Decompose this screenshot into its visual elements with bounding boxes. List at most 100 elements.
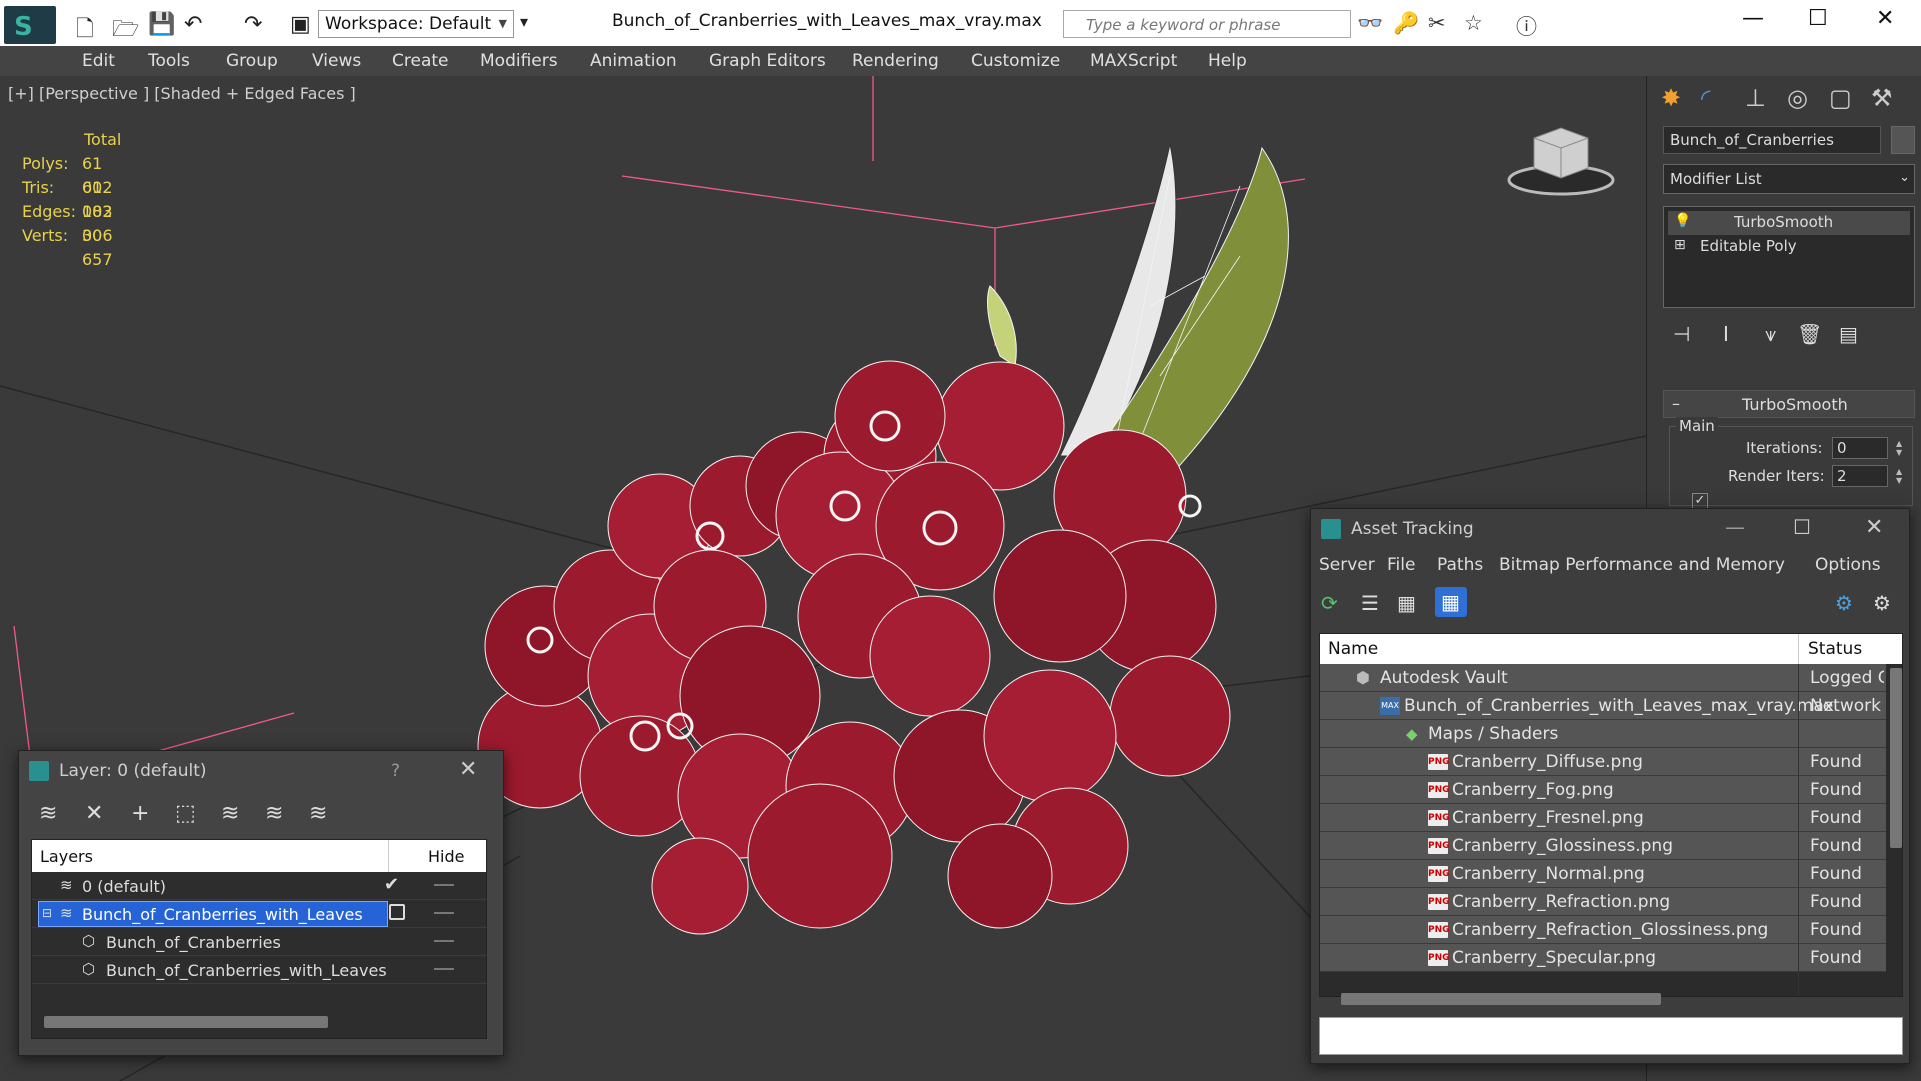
iterations-spinner[interactable]: 0 (1832, 437, 1888, 459)
status-column-header[interactable]: Status (1808, 639, 1862, 659)
table-row[interactable]: PNG Cranberry_Normal.png Found (1320, 860, 1886, 888)
utilities-tab-icon[interactable]: ⚒ (1871, 84, 1893, 112)
redo-icon[interactable]: ↷ (244, 12, 262, 37)
name-column-header[interactable]: Name (1328, 639, 1378, 659)
create-tab-icon[interactable]: ✸ (1661, 84, 1681, 112)
save-icon[interactable]: 💾 (148, 12, 175, 37)
menu-views[interactable]: Views (312, 51, 361, 71)
lightbulb-icon[interactable]: 💡 (1674, 213, 1691, 229)
favorite-icon[interactable]: ☆ (1464, 11, 1483, 35)
minimize-icon[interactable]: — (1742, 6, 1764, 31)
menu-bitmap-performance[interactable]: Bitmap Performance and Memory (1499, 555, 1785, 575)
vertical-scrollbar[interactable] (1890, 668, 1902, 848)
horizontal-scrollbar[interactable] (44, 1016, 328, 1028)
open-file-icon[interactable]: 🗁 (112, 12, 139, 50)
collapse-icon[interactable]: ⊟ (42, 906, 52, 920)
key-icon[interactable]: 🔑 (1393, 11, 1419, 36)
table-row[interactable]: MAX Bunch_of_Cranberries_with_Leaves_max… (1320, 692, 1886, 720)
modifier-list-dropdown[interactable]: Modifier List ⌄ (1663, 164, 1915, 194)
add-selection-icon[interactable]: + (131, 801, 149, 826)
display-tab-icon[interactable]: ▢ (1829, 84, 1852, 112)
active-layer-check-icon[interactable]: ✔ (384, 874, 399, 895)
stack-item-editable-poly[interactable]: ⊞ Editable Poly (1668, 235, 1910, 259)
table-row[interactable]: PNG Cranberry_Fresnel.png Found (1320, 804, 1886, 832)
menu-group[interactable]: Group (226, 51, 278, 71)
hide-toggle[interactable] (434, 968, 454, 970)
viewport-label[interactable]: [+] [Perspective ] [Shaded + Edged Faces… (8, 84, 356, 103)
table-row[interactable]: PNG Cranberry_Refraction_Glossiness.png … (1320, 916, 1886, 944)
table-row[interactable]: ⬢ Autodesk Vault Logged Out (1320, 664, 1886, 692)
menu-graph-editors[interactable]: Graph Editors (709, 51, 826, 71)
freeze-all-icon[interactable]: ≋ (309, 801, 327, 826)
menu-maxscript[interactable]: MAXScript (1090, 51, 1177, 71)
menu-options[interactable]: Options (1815, 555, 1881, 575)
help-icon[interactable]: ⚙ (1873, 591, 1891, 615)
workspace-menu-icon[interactable]: ▾ (520, 12, 528, 31)
app-logo[interactable]: S (4, 6, 56, 44)
table-row[interactable]: PNG Cranberry_Glossiness.png Found (1320, 832, 1886, 860)
asset-path-field[interactable] (1319, 1017, 1903, 1055)
spinner-arrows-icon[interactable]: ▲ ▼ (1896, 439, 1902, 457)
menu-edit[interactable]: Edit (82, 51, 115, 71)
menu-rendering[interactable]: Rendering (852, 51, 939, 71)
new-file-icon[interactable]: 🗋 (76, 12, 94, 50)
menu-paths[interactable]: Paths (1437, 555, 1483, 575)
expand-icon[interactable]: ⊞ (1674, 237, 1686, 253)
new-layer-icon[interactable]: ≋ (39, 801, 57, 826)
select-objects-icon[interactable]: ⬚ (175, 801, 196, 826)
help-button[interactable]: ? (391, 761, 400, 781)
hide-toggle[interactable] (434, 940, 454, 942)
viewcube-icon[interactable] (1506, 116, 1616, 198)
hide-toggle[interactable] (434, 912, 454, 914)
stack-item-turbosmooth[interactable]: 💡 TurboSmooth (1668, 211, 1910, 235)
menu-file[interactable]: File (1387, 555, 1415, 575)
hide-toggle[interactable] (434, 884, 454, 886)
table-view-button[interactable]: ▦ (1435, 587, 1467, 617)
select-layer-icon[interactable]: ≋ (221, 801, 239, 826)
object-color-swatch[interactable] (1891, 126, 1915, 154)
search-input[interactable]: Type a keyword or phrase (1063, 10, 1351, 38)
tool-icon[interactable]: ✂ (1428, 11, 1446, 35)
close-icon[interactable]: ✕ (1865, 515, 1883, 540)
table-row[interactable]: PNG Cranberry_Diffuse.png Found (1320, 748, 1886, 776)
table-row[interactable]: PNG Cranberry_Fog.png Found (1320, 776, 1886, 804)
object-name-field[interactable]: Bunch_of_Cranberries (1663, 126, 1881, 154)
table-row[interactable]: PNG Cranberry_Refraction.png Found (1320, 888, 1886, 916)
list-view-icon[interactable]: ☰ (1361, 591, 1379, 615)
vault-help-icon[interactable]: ⚙ (1835, 591, 1853, 615)
hide-column-header[interactable]: Hide (428, 847, 464, 866)
help-icon[interactable]: ⓘ (1516, 11, 1537, 41)
close-icon[interactable]: ✕ (459, 757, 477, 782)
hierarchy-tab-icon[interactable]: ⊥ (1745, 84, 1766, 112)
workspace-dropdown[interactable]: Workspace: Default ▼ (318, 10, 514, 38)
refresh-icon[interactable]: ⟳ (1321, 591, 1338, 615)
layer-row[interactable]: ⬡ Bunch_of_Cranberries_with_Leaves (32, 956, 488, 984)
menu-modifiers[interactable]: Modifiers (480, 51, 558, 71)
set-current-layer-icon[interactable] (389, 904, 405, 920)
layer-row[interactable]: ⊟ ≋ Bunch_of_Cranberries_with_Leaves (32, 900, 488, 928)
menu-help[interactable]: Help (1208, 51, 1247, 71)
horizontal-scrollbar[interactable] (1341, 993, 1661, 1005)
menu-server[interactable]: Server (1319, 555, 1375, 575)
asset-dialog-titlebar[interactable]: Asset Tracking — ☐ ✕ (1311, 509, 1909, 549)
render-iters-spinner[interactable]: 2 (1832, 465, 1888, 487)
table-row[interactable]: ◆ Maps / Shaders (1320, 720, 1886, 748)
layer-row[interactable]: ≋ 0 (default) ✔ (32, 872, 488, 900)
pin-stack-icon[interactable]: ⊣ (1673, 322, 1690, 346)
menu-create[interactable]: Create (392, 51, 449, 71)
menu-animation[interactable]: Animation (590, 51, 677, 71)
render-iters-checkbox[interactable]: ✓ (1692, 493, 1708, 509)
layer-row[interactable]: ⬡ Bunch_of_Cranberries (32, 928, 488, 956)
modify-tab-icon[interactable]: ◜ (1701, 84, 1710, 112)
layers-column-header[interactable]: Layers (40, 847, 93, 866)
turbosmooth-rollout[interactable]: – TurboSmooth (1663, 390, 1915, 418)
maximize-icon[interactable]: ☐ (1793, 515, 1811, 539)
maximize-icon[interactable]: ☐ (1808, 6, 1828, 31)
undo-icon[interactable]: ↶ (184, 12, 202, 37)
project-icon[interactable]: ▣ (290, 12, 311, 37)
minimize-icon[interactable]: — (1725, 515, 1745, 539)
layer-dialog-titlebar[interactable]: Layer: 0 (default) ? ✕ (19, 751, 503, 791)
delete-layer-icon[interactable]: ✕ (85, 801, 103, 826)
thumbnail-view-icon[interactable]: ▦ (1397, 591, 1416, 615)
binoculars-icon[interactable]: 👓 (1357, 11, 1383, 36)
